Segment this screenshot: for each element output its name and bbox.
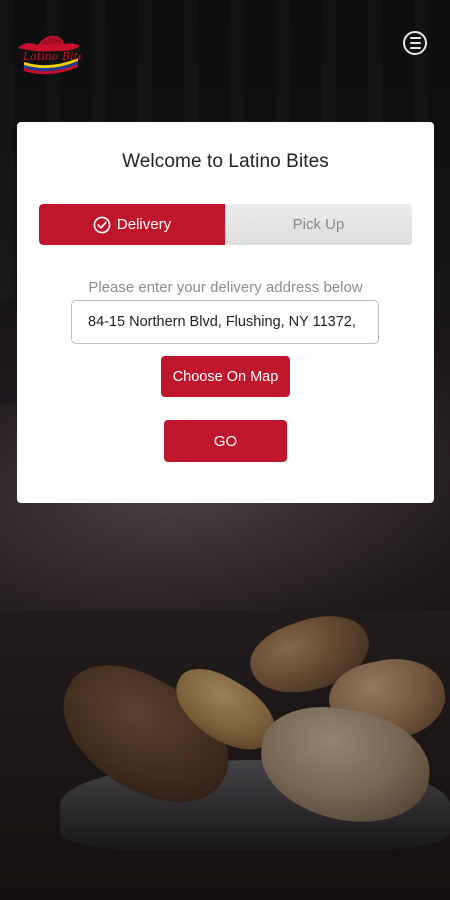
svg-text:Latino Bites: Latino Bites bbox=[22, 50, 82, 63]
hamburger-menu-icon[interactable] bbox=[403, 31, 427, 55]
order-type-toggle: Delivery Pick Up bbox=[39, 204, 412, 245]
address-input[interactable] bbox=[71, 300, 379, 344]
tab-pick-up[interactable]: Pick Up bbox=[225, 204, 412, 245]
welcome-card: Welcome to Latino Bites Delivery Pick Up… bbox=[17, 122, 434, 503]
latino-bites-logo: Latino Bites bbox=[16, 26, 91, 80]
go-button[interactable]: GO bbox=[164, 420, 287, 462]
tab-pick-up-label: Pick Up bbox=[292, 216, 345, 233]
check-circle-icon bbox=[93, 216, 111, 233]
card-title: Welcome to Latino Bites bbox=[122, 151, 329, 172]
address-hint: Please enter your delivery address below bbox=[88, 279, 363, 296]
tab-delivery-label: Delivery bbox=[116, 216, 172, 233]
tab-delivery[interactable]: Delivery bbox=[39, 204, 225, 245]
choose-on-map-button[interactable]: Choose On Map bbox=[161, 356, 290, 397]
